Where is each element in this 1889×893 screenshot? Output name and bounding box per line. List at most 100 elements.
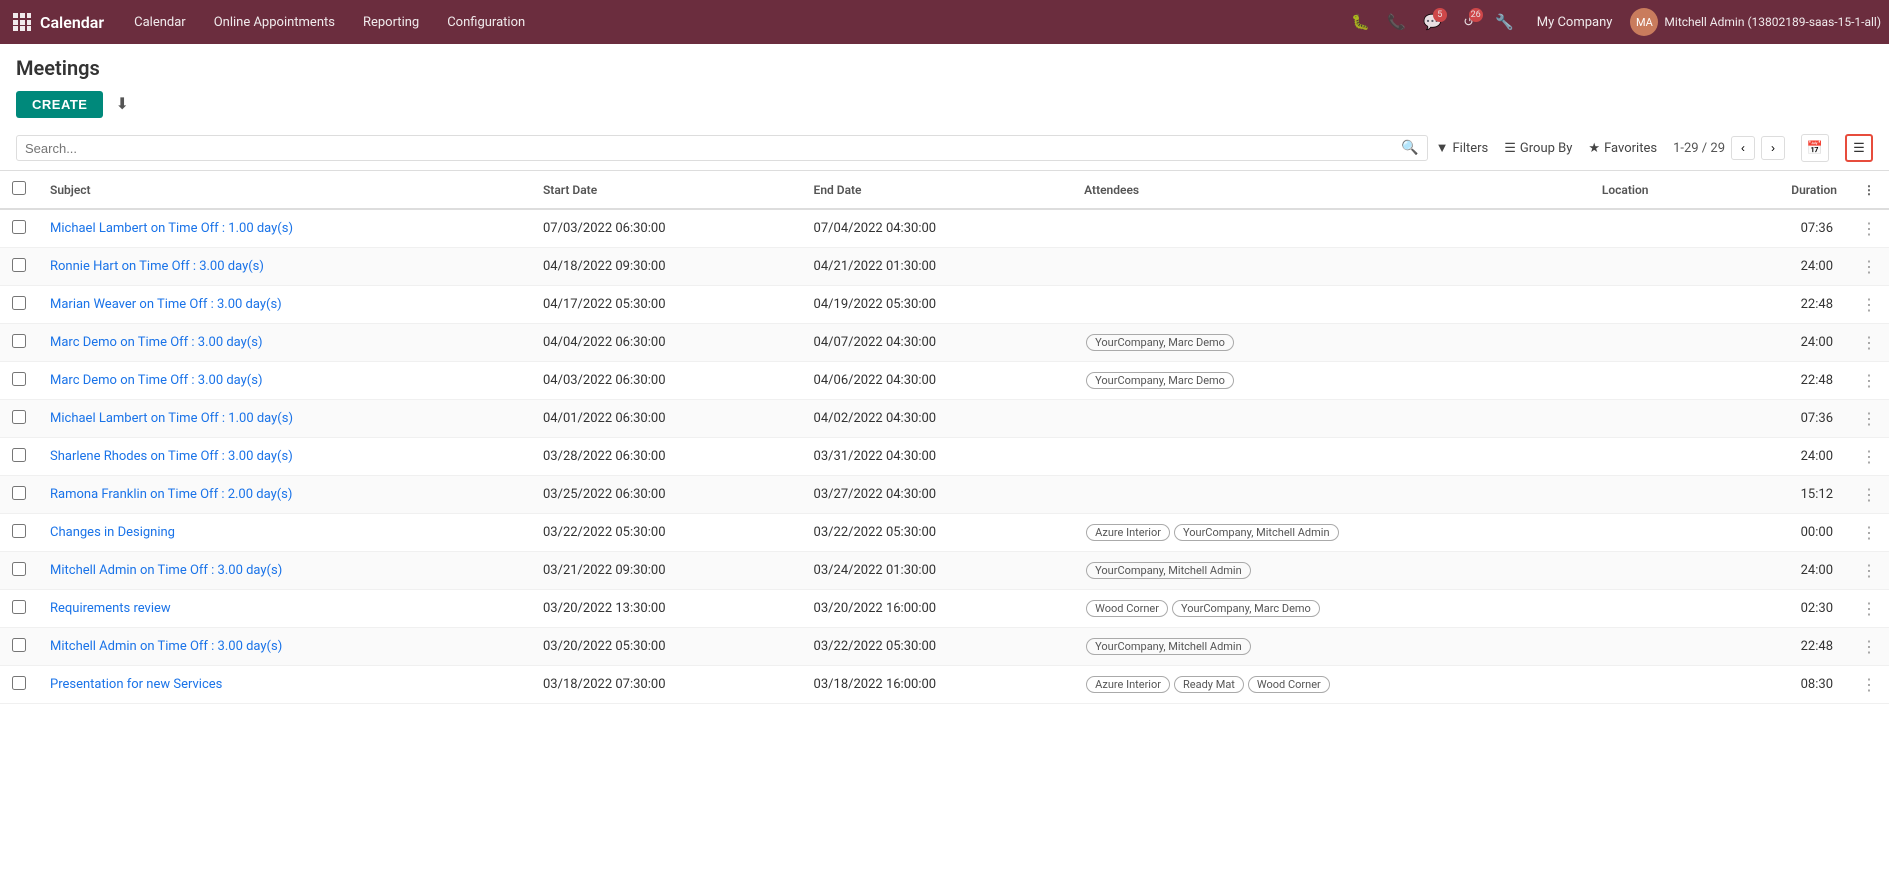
col-end-date[interactable]: End Date	[802, 171, 1073, 209]
row-options-button[interactable]: ⋮	[1849, 362, 1889, 400]
nav-reporting[interactable]: Reporting	[349, 0, 433, 44]
row-checkbox[interactable]	[12, 638, 26, 652]
download-button[interactable]: ⬇	[111, 90, 132, 118]
cell-subject[interactable]: Ramona Franklin on Time Off : 2.00 day(s…	[38, 476, 531, 514]
cell-location	[1590, 324, 1720, 362]
nav-online-appointments[interactable]: Online Appointments	[200, 0, 349, 44]
list-view-button[interactable]: ☰	[1845, 134, 1873, 162]
row-checkbox[interactable]	[12, 220, 26, 234]
col-location[interactable]: Location	[1590, 171, 1720, 209]
cell-subject[interactable]: Marc Demo on Time Off : 3.00 day(s)	[38, 324, 531, 362]
attendee-tag[interactable]: YourCompany, Mitchell Admin	[1086, 638, 1251, 655]
row-options-button[interactable]: ⋮	[1849, 286, 1889, 324]
row-checkbox[interactable]	[12, 676, 26, 690]
next-page-button[interactable]: ›	[1761, 136, 1785, 160]
col-subject[interactable]: Subject	[38, 171, 531, 209]
row-checkbox[interactable]	[12, 258, 26, 272]
row-checkbox[interactable]	[12, 410, 26, 424]
user-area[interactable]: MA Mitchell Admin (13802189-saas-15-1-al…	[1630, 8, 1881, 36]
user-avatar: MA	[1630, 8, 1658, 36]
row-options-button[interactable]: ⋮	[1849, 590, 1889, 628]
row-options-button[interactable]: ⋮	[1849, 400, 1889, 438]
attendee-tag[interactable]: YourCompany, Marc Demo	[1086, 334, 1234, 351]
row-checkbox[interactable]	[12, 448, 26, 462]
row-options-button[interactable]: ⋮	[1849, 324, 1889, 362]
more-options-icon[interactable]: ⋮	[1861, 295, 1877, 314]
row-checkbox[interactable]	[12, 486, 26, 500]
more-options-icon[interactable]: ⋮	[1861, 371, 1877, 390]
cell-subject[interactable]: Presentation for new Services	[38, 666, 531, 704]
more-options-icon[interactable]: ⋮	[1861, 333, 1877, 352]
settings-icon[interactable]: 🔧	[1491, 8, 1519, 36]
row-options-button[interactable]: ⋮	[1849, 666, 1889, 704]
select-all-checkbox[interactable]	[12, 181, 26, 195]
attendee-tag[interactable]: Wood Corner	[1248, 676, 1330, 693]
row-checkbox[interactable]	[12, 600, 26, 614]
nav-items: Calendar Online Appointments Reporting C…	[120, 0, 729, 44]
col-duration[interactable]: Duration	[1720, 171, 1849, 209]
row-checkbox[interactable]	[12, 524, 26, 538]
row-checkbox[interactable]	[12, 334, 26, 348]
more-options-icon[interactable]: ⋮	[1861, 599, 1877, 618]
group-by-button[interactable]: ☰ Group By	[1504, 141, 1572, 156]
search-input[interactable]	[25, 141, 1401, 156]
cell-subject[interactable]: Mitchell Admin on Time Off : 3.00 day(s)	[38, 628, 531, 666]
cell-subject[interactable]: Mitchell Admin on Time Off : 3.00 day(s)	[38, 552, 531, 590]
row-checkbox[interactable]	[12, 562, 26, 576]
row-options-button[interactable]: ⋮	[1849, 552, 1889, 590]
row-options-button[interactable]: ⋮	[1849, 438, 1889, 476]
attendee-tag[interactable]: Ready Mat	[1174, 676, 1244, 693]
row-options-button[interactable]: ⋮	[1849, 248, 1889, 286]
cell-end-date: 03/18/2022 16:00:00	[802, 666, 1073, 704]
favorites-button[interactable]: ★ Favorites	[1588, 141, 1657, 156]
cell-subject[interactable]: Requirements review	[38, 590, 531, 628]
chat-icon[interactable]: 💬 5	[1419, 8, 1447, 36]
row-options-button[interactable]: ⋮	[1849, 628, 1889, 666]
cell-subject[interactable]: Changes in Designing	[38, 514, 531, 552]
clock-icon[interactable]: ↺ 26	[1455, 8, 1483, 36]
row-options-button[interactable]: ⋮	[1849, 209, 1889, 248]
cell-subject[interactable]: Marc Demo on Time Off : 3.00 day(s)	[38, 362, 531, 400]
more-options-icon[interactable]: ⋮	[1861, 409, 1877, 428]
cell-subject[interactable]: Marian Weaver on Time Off : 3.00 day(s)	[38, 286, 531, 324]
nav-calendar[interactable]: Calendar	[120, 0, 200, 44]
row-options-button[interactable]: ⋮	[1849, 514, 1889, 552]
grid-menu-icon[interactable]	[8, 8, 36, 36]
attendee-tag[interactable]: YourCompany, Marc Demo	[1086, 372, 1234, 389]
cell-subject[interactable]: Ronnie Hart on Time Off : 3.00 day(s)	[38, 248, 531, 286]
cell-subject[interactable]: Michael Lambert on Time Off : 1.00 day(s…	[38, 209, 531, 248]
nav-configuration[interactable]: Configuration	[433, 0, 539, 44]
attendee-tag[interactable]: YourCompany, Mitchell Admin	[1174, 524, 1339, 541]
more-options-icon[interactable]: ⋮	[1861, 523, 1877, 542]
more-options-icon[interactable]: ⋮	[1861, 561, 1877, 580]
calendar-view-button[interactable]: 📅	[1801, 134, 1829, 162]
cell-end-date: 03/22/2022 05:30:00	[802, 514, 1073, 552]
filters-button[interactable]: ▼ Filters	[1436, 140, 1489, 156]
more-options-icon[interactable]: ⋮	[1861, 675, 1877, 694]
col-attendees[interactable]: Attendees	[1072, 171, 1590, 209]
more-options-icon[interactable]: ⋮	[1861, 257, 1877, 276]
row-checkbox[interactable]	[12, 372, 26, 386]
attendee-tag[interactable]: Azure Interior	[1086, 524, 1170, 541]
prev-page-button[interactable]: ‹	[1731, 136, 1755, 160]
create-button[interactable]: CREATE	[16, 91, 103, 118]
bug-icon[interactable]: 🐛	[1347, 8, 1375, 36]
attendee-tag[interactable]: Wood Corner	[1086, 600, 1168, 617]
row-options-button[interactable]: ⋮	[1849, 476, 1889, 514]
more-options-icon[interactable]: ⋮	[1861, 485, 1877, 504]
phone-icon[interactable]: 📞	[1383, 8, 1411, 36]
col-start-date[interactable]: Start Date	[531, 171, 802, 209]
row-checkbox[interactable]	[12, 296, 26, 310]
more-options-icon[interactable]: ⋮	[1861, 447, 1877, 466]
filter-icon: ▼	[1436, 140, 1449, 156]
select-all-header[interactable]	[0, 171, 38, 209]
cell-location	[1590, 666, 1720, 704]
cell-subject[interactable]: Sharlene Rhodes on Time Off : 3.00 day(s…	[38, 438, 531, 476]
more-options-icon[interactable]: ⋮	[1861, 219, 1877, 238]
attendee-tag[interactable]: YourCompany, Mitchell Admin	[1086, 562, 1251, 579]
cell-subject[interactable]: Michael Lambert on Time Off : 1.00 day(s…	[38, 400, 531, 438]
attendee-tag[interactable]: Azure Interior	[1086, 676, 1170, 693]
search-bar[interactable]: 🔍	[16, 135, 1428, 161]
more-options-icon[interactable]: ⋮	[1861, 637, 1877, 656]
attendee-tag[interactable]: YourCompany, Marc Demo	[1172, 600, 1320, 617]
